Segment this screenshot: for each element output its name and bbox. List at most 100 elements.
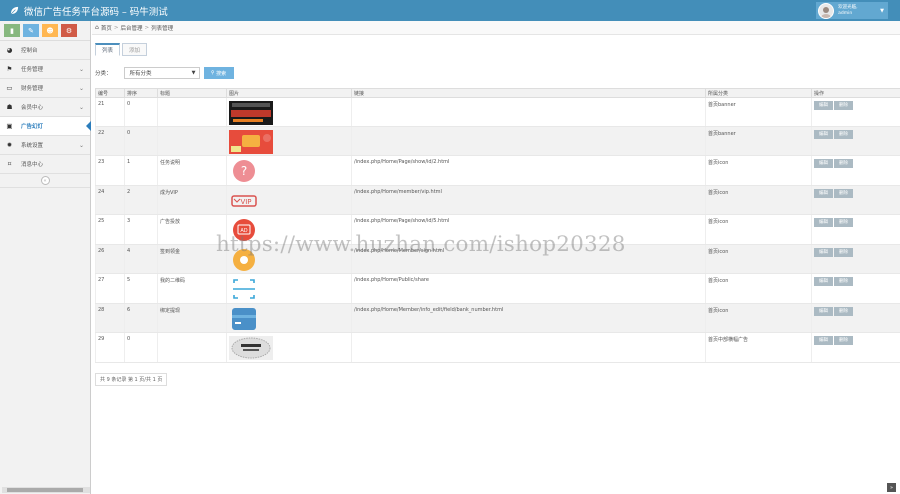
col-image[interactable]: 图片 [226,88,352,98]
cell-sort: 1 [124,155,158,186]
cell-link: /index.php/Home/Public/share [351,273,706,304]
cell-id: 26 [95,244,125,274]
col-category[interactable]: 所属分类 [705,88,812,98]
sidebar-item-members[interactable]: ☗ 会员中心 ⌄ [0,98,90,117]
caret-down-icon: ▼ [191,70,196,76]
picture-icon: ▣ [6,122,13,130]
ads-table: 编号 排序 标题 图片 链接 所属分类 操作 21 0 首页banner 编辑 删除 22… [95,88,900,363]
table-row: 23 1 任务说明? /index.php/Home/Page/show/id/2.h… [95,155,900,186]
col-link[interactable]: 链接 [351,88,706,98]
delete-button[interactable]: 删除 [834,306,853,316]
table-row: 29 0 首页中部横幅广告 编辑 删除 [95,332,900,363]
breadcrumb-level2[interactable]: 后台管理 [120,24,142,32]
sidebar: ▮ ✎ ☻ ⚙ ◕ 控制台 ⚑ 任务管理 ⌄ ▭ 财务管理 ⌄ ☗ 会员中心 ⌄… [0,21,91,494]
pencil-icon[interactable]: ✎ [23,24,39,37]
sidebar-item-settings[interactable]: ✹ 系统设置 ⌄ [0,136,90,155]
breadcrumb-separator: > [144,24,150,31]
delete-button[interactable]: 删除 [834,218,853,227]
col-id[interactable]: 编号 [95,88,125,98]
cell-title: 绑定提现 [157,303,227,333]
edit-button[interactable]: 编辑 [814,130,833,139]
cell-sort: 0 [124,97,158,127]
delete-button[interactable]: 删除 [834,101,853,110]
cell-image: VIP [226,185,352,215]
edit-button[interactable]: 编辑 [814,336,833,345]
cell-actions: 编辑 删除 [811,244,900,274]
edit-button[interactable]: 编辑 [814,306,833,316]
edit-button[interactable]: 编辑 [814,247,833,257]
card-icon [229,307,349,331]
delete-button[interactable]: 删除 [834,188,853,198]
delete-button[interactable]: 删除 [834,130,853,139]
search-button[interactable]: ⚲ 搜索 [203,67,234,79]
chevron-down-icon: ⌄ [78,85,84,92]
cell-category: 首页中部横幅广告 [705,332,812,363]
category-select[interactable]: 所有分类 ▼ [123,67,200,79]
filter-bar: 分类： 所有分类 ▼ ⚲ 搜索 [95,66,234,80]
tab-add[interactable]: 添加 [122,43,148,56]
edit-button[interactable]: 编辑 [814,101,833,110]
main-content: ⌂ 首页 > 后台管理 > 列表管理 列表 添加 分类： 所有分类 ▼ ⚲ 搜索… [92,21,900,494]
cell-category: 首页banner [705,126,812,156]
signal-icon[interactable]: ▮ [4,24,20,37]
cell-link [351,126,706,156]
sidebar-item-finance[interactable]: ▭ 财务管理 ⌄ [0,79,90,98]
cell-actions: 编辑 删除 [811,126,900,156]
delete-button[interactable]: 删除 [834,159,853,168]
scrollbar-thumb[interactable] [7,488,83,492]
sidebar-item-messages[interactable]: ⌑ 消息中心 [0,155,90,174]
delete-button[interactable]: 删除 [834,336,853,345]
scroll-up-button[interactable]: » [887,483,896,492]
col-sort[interactable]: 排序 [124,88,158,98]
cell-id: 29 [95,332,125,363]
cell-image [226,303,352,333]
cell-actions: 编辑 删除 [811,185,900,215]
cell-sort: 0 [124,126,158,156]
vip-icon: VIP [229,189,349,213]
sidebar-item-tasks[interactable]: ⚑ 任务管理 ⌄ [0,60,90,79]
brand[interactable]: 微信广告任务平台源码 – 码牛测试 [10,4,168,18]
caret-down-icon: ▼ [880,7,884,14]
cell-title: 成为VIP [157,185,227,215]
cell-title: 我的二维码 [157,273,227,304]
banner-2 [229,130,349,154]
banner-3 [229,336,349,360]
cell-category: 首页icon [705,155,812,186]
home-icon: ⌂ [95,24,99,31]
banner-1 [229,101,349,125]
delete-button[interactable]: 删除 [834,247,853,257]
cell-image: ? [226,155,352,186]
table-header: 编号 排序 标题 图片 链接 所属分类 操作 [95,88,900,98]
bookmark-icon: ⌑ [7,160,12,168]
cell-link: /index.php/Home/Page/show/id/2.html [351,155,706,186]
edit-button[interactable]: 编辑 [814,218,833,227]
sidebar-scrollbar[interactable] [2,487,90,493]
cell-sort: 2 [124,185,158,215]
cell-id: 24 [95,185,125,215]
cogs-icon[interactable]: ⚙ [61,24,77,37]
sidebar-item-dashboard[interactable]: ◕ 控制台 [0,41,90,60]
delete-button[interactable]: 删除 [834,277,853,286]
category-select-value: 所有分类 [129,71,152,77]
cell-actions: 编辑 删除 [811,332,900,363]
table-row: 24 2 成为VIP VIP/index.php/Home/member/vip.ht… [95,185,900,215]
edit-button[interactable]: 编辑 [814,159,833,168]
cell-actions: 编辑 删除 [811,97,900,127]
chevron-down-icon: ⌄ [78,66,84,73]
breadcrumb: ⌂ 首页 > 后台管理 > 列表管理 [92,21,900,35]
sidebar-collapse[interactable]: « [0,174,90,188]
edit-button[interactable]: 编辑 [814,277,833,286]
users-icon[interactable]: ☻ [42,24,58,37]
cell-title: 任务说明 [157,155,227,186]
edit-button[interactable]: 编辑 [814,188,833,198]
sidebar-item-ads[interactable]: ▣ 广告幻灯 [0,117,91,136]
col-title[interactable]: 标题 [157,88,227,98]
leaf-icon [10,6,19,15]
breadcrumb-home[interactable]: 首页 [101,24,112,32]
cell-category: 首页icon [705,273,812,304]
cell-sort: 5 [124,273,158,304]
user-menu[interactable]: 欢迎光临, admin ▼ [816,2,888,19]
tab-list[interactable]: 列表 [95,43,121,56]
table-row: 28 6 绑定提现/index.php/Home/Member/info_edit/… [95,303,900,333]
qrcode-icon [229,277,349,301]
